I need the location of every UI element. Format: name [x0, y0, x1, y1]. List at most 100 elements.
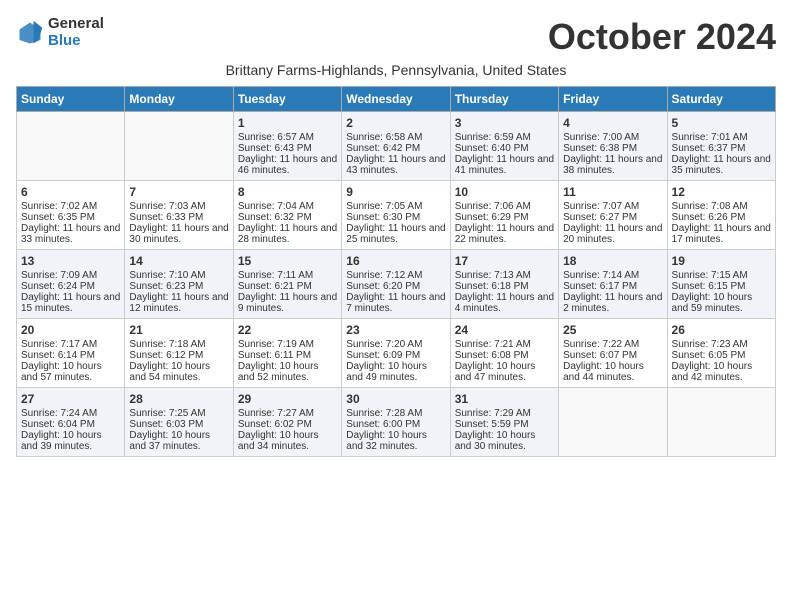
daylight-text: Daylight: 10 hours and 32 minutes. — [346, 430, 427, 452]
sunset-text: Sunset: 6:38 PM — [563, 143, 637, 154]
sunset-text: Sunset: 6:37 PM — [672, 143, 746, 154]
calendar-cell — [667, 388, 775, 457]
sunset-text: Sunset: 6:24 PM — [21, 281, 95, 292]
daylight-text: Daylight: 11 hours and 35 minutes. — [672, 154, 771, 176]
daylight-text: Daylight: 11 hours and 9 minutes. — [238, 292, 337, 314]
day-number: 23 — [346, 323, 445, 337]
daylight-text: Daylight: 10 hours and 34 minutes. — [238, 430, 319, 452]
day-number: 3 — [455, 116, 554, 130]
sunset-text: Sunset: 5:59 PM — [455, 419, 529, 430]
logo-text: General Blue — [48, 16, 104, 49]
calendar-cell: 14Sunrise: 7:10 AMSunset: 6:23 PMDayligh… — [125, 250, 233, 319]
calendar-cell: 5Sunrise: 7:01 AMSunset: 6:37 PMDaylight… — [667, 112, 775, 181]
calendar-body: 1Sunrise: 6:57 AMSunset: 6:43 PMDaylight… — [17, 112, 776, 457]
day-number: 8 — [238, 185, 337, 199]
sunset-text: Sunset: 6:03 PM — [129, 419, 203, 430]
day-number: 24 — [455, 323, 554, 337]
page-header: General Blue October 2024 — [16, 16, 776, 58]
header-row: Sunday Monday Tuesday Wednesday Thursday… — [17, 87, 776, 112]
calendar-cell: 23Sunrise: 7:20 AMSunset: 6:09 PMDayligh… — [342, 319, 450, 388]
daylight-text: Daylight: 11 hours and 43 minutes. — [346, 154, 445, 176]
day-number: 17 — [455, 254, 554, 268]
calendar-cell: 25Sunrise: 7:22 AMSunset: 6:07 PMDayligh… — [559, 319, 667, 388]
day-number: 2 — [346, 116, 445, 130]
day-number: 26 — [672, 323, 771, 337]
calendar-cell: 1Sunrise: 6:57 AMSunset: 6:43 PMDaylight… — [233, 112, 341, 181]
daylight-text: Daylight: 10 hours and 44 minutes. — [563, 361, 644, 383]
sunrise-text: Sunrise: 6:58 AM — [346, 132, 422, 143]
sunset-text: Sunset: 6:02 PM — [238, 419, 312, 430]
calendar-cell: 16Sunrise: 7:12 AMSunset: 6:20 PMDayligh… — [342, 250, 450, 319]
sunset-text: Sunset: 6:23 PM — [129, 281, 203, 292]
sunset-text: Sunset: 6:12 PM — [129, 350, 203, 361]
calendar-cell: 8Sunrise: 7:04 AMSunset: 6:32 PMDaylight… — [233, 181, 341, 250]
calendar-week-4: 20Sunrise: 7:17 AMSunset: 6:14 PMDayligh… — [17, 319, 776, 388]
header-thursday: Thursday — [450, 87, 558, 112]
calendar-cell — [17, 112, 125, 181]
daylight-text: Daylight: 10 hours and 57 minutes. — [21, 361, 102, 383]
calendar-week-5: 27Sunrise: 7:24 AMSunset: 6:04 PMDayligh… — [17, 388, 776, 457]
daylight-text: Daylight: 11 hours and 33 minutes. — [21, 223, 120, 245]
calendar-cell: 21Sunrise: 7:18 AMSunset: 6:12 PMDayligh… — [125, 319, 233, 388]
daylight-text: Daylight: 11 hours and 30 minutes. — [129, 223, 228, 245]
sunrise-text: Sunrise: 7:14 AM — [563, 270, 639, 281]
sunset-text: Sunset: 6:27 PM — [563, 212, 637, 223]
daylight-text: Daylight: 10 hours and 47 minutes. — [455, 361, 536, 383]
calendar-cell: 6Sunrise: 7:02 AMSunset: 6:35 PMDaylight… — [17, 181, 125, 250]
day-number: 1 — [238, 116, 337, 130]
calendar-table: Sunday Monday Tuesday Wednesday Thursday… — [16, 86, 776, 457]
logo-blue-text: Blue — [48, 33, 104, 50]
calendar-cell: 31Sunrise: 7:29 AMSunset: 5:59 PMDayligh… — [450, 388, 558, 457]
daylight-text: Daylight: 10 hours and 39 minutes. — [21, 430, 102, 452]
calendar-week-2: 6Sunrise: 7:02 AMSunset: 6:35 PMDaylight… — [17, 181, 776, 250]
daylight-text: Daylight: 11 hours and 28 minutes. — [238, 223, 337, 245]
header-monday: Monday — [125, 87, 233, 112]
calendar-cell — [559, 388, 667, 457]
sunrise-text: Sunrise: 7:19 AM — [238, 339, 314, 350]
sunset-text: Sunset: 6:18 PM — [455, 281, 529, 292]
sunrise-text: Sunrise: 7:08 AM — [672, 201, 748, 212]
calendar-cell: 4Sunrise: 7:00 AMSunset: 6:38 PMDaylight… — [559, 112, 667, 181]
sunrise-text: Sunrise: 7:18 AM — [129, 339, 205, 350]
sunset-text: Sunset: 6:04 PM — [21, 419, 95, 430]
logo-icon — [16, 19, 44, 47]
calendar-cell: 28Sunrise: 7:25 AMSunset: 6:03 PMDayligh… — [125, 388, 233, 457]
daylight-text: Daylight: 11 hours and 12 minutes. — [129, 292, 228, 314]
sunset-text: Sunset: 6:09 PM — [346, 350, 420, 361]
sunset-text: Sunset: 6:00 PM — [346, 419, 420, 430]
calendar-cell: 26Sunrise: 7:23 AMSunset: 6:05 PMDayligh… — [667, 319, 775, 388]
sunrise-text: Sunrise: 6:59 AM — [455, 132, 531, 143]
month-title: October 2024 — [548, 16, 776, 58]
calendar-cell: 18Sunrise: 7:14 AMSunset: 6:17 PMDayligh… — [559, 250, 667, 319]
day-number: 28 — [129, 392, 228, 406]
day-number: 30 — [346, 392, 445, 406]
calendar-cell: 3Sunrise: 6:59 AMSunset: 6:40 PMDaylight… — [450, 112, 558, 181]
logo-general-text: General — [48, 16, 104, 33]
sunset-text: Sunset: 6:43 PM — [238, 143, 312, 154]
day-number: 25 — [563, 323, 662, 337]
day-number: 13 — [21, 254, 120, 268]
day-number: 29 — [238, 392, 337, 406]
sunrise-text: Sunrise: 7:22 AM — [563, 339, 639, 350]
daylight-text: Daylight: 10 hours and 42 minutes. — [672, 361, 753, 383]
calendar-header: Sunday Monday Tuesday Wednesday Thursday… — [17, 87, 776, 112]
sunset-text: Sunset: 6:26 PM — [672, 212, 746, 223]
calendar-cell — [125, 112, 233, 181]
sunset-text: Sunset: 6:32 PM — [238, 212, 312, 223]
sunset-text: Sunset: 6:08 PM — [455, 350, 529, 361]
day-number: 27 — [21, 392, 120, 406]
calendar-cell: 11Sunrise: 7:07 AMSunset: 6:27 PMDayligh… — [559, 181, 667, 250]
sunrise-text: Sunrise: 7:13 AM — [455, 270, 531, 281]
day-number: 16 — [346, 254, 445, 268]
sunrise-text: Sunrise: 7:25 AM — [129, 408, 205, 419]
day-number: 19 — [672, 254, 771, 268]
sunrise-text: Sunrise: 7:21 AM — [455, 339, 531, 350]
day-number: 9 — [346, 185, 445, 199]
header-friday: Friday — [559, 87, 667, 112]
calendar-cell: 10Sunrise: 7:06 AMSunset: 6:29 PMDayligh… — [450, 181, 558, 250]
sunset-text: Sunset: 6:11 PM — [238, 350, 311, 361]
sunrise-text: Sunrise: 7:17 AM — [21, 339, 97, 350]
sunset-text: Sunset: 6:29 PM — [455, 212, 529, 223]
day-number: 21 — [129, 323, 228, 337]
day-number: 20 — [21, 323, 120, 337]
